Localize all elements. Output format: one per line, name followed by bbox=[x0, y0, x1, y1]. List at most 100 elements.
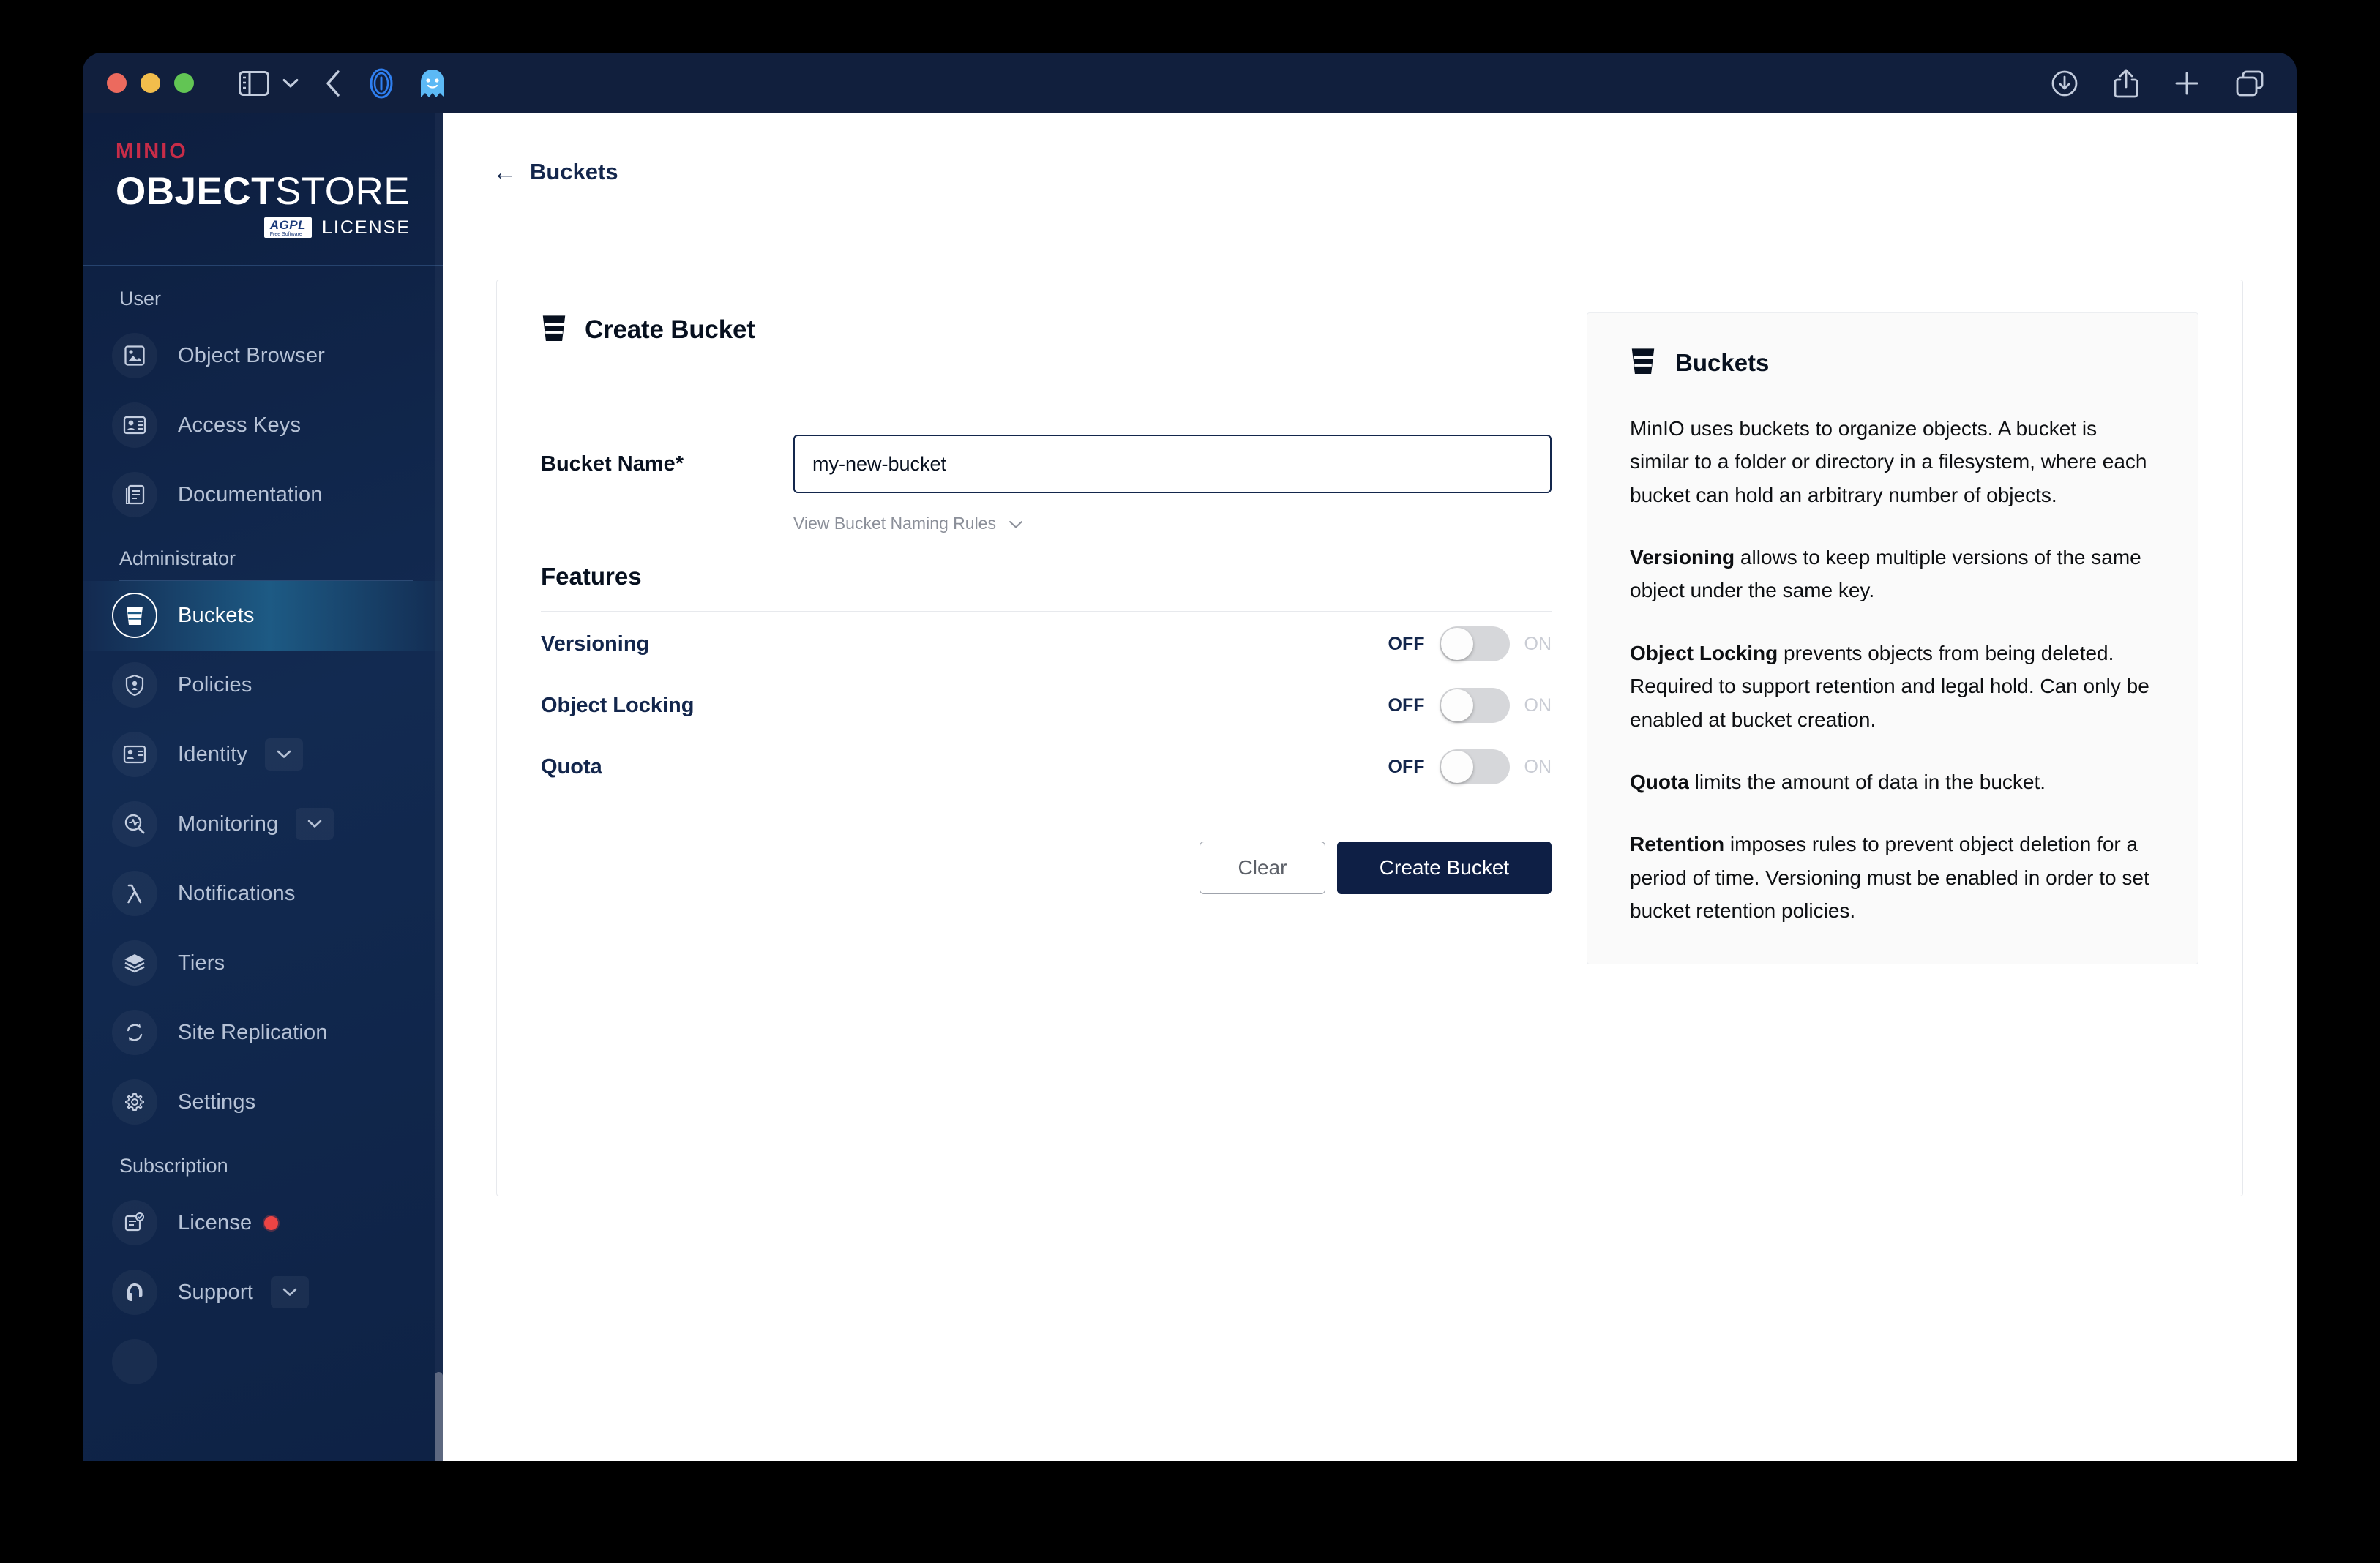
chevron-down-icon[interactable] bbox=[282, 78, 299, 89]
toggle-on-label: ON bbox=[1524, 694, 1552, 716]
ghostery-extension-icon[interactable] bbox=[419, 68, 446, 99]
maximize-button[interactable] bbox=[174, 73, 194, 93]
sidebar-item-notifications[interactable]: Notifications bbox=[83, 859, 443, 929]
toggle-label: Versioning bbox=[541, 631, 650, 656]
sidebar-item-label: Notifications bbox=[178, 881, 296, 905]
help-paragraph-object-locking: Object Locking prevents objects from bei… bbox=[1630, 637, 2161, 736]
replication-sync-icon bbox=[112, 1010, 157, 1056]
back-arrow-icon: ← bbox=[493, 158, 517, 185]
license-certificate-icon bbox=[112, 1200, 157, 1246]
object-browser-icon bbox=[112, 333, 157, 379]
features-heading: Features bbox=[541, 563, 1552, 612]
help-term: Versioning bbox=[1630, 546, 1735, 569]
sidebar-item-access-keys[interactable]: Access Keys bbox=[83, 391, 443, 460]
identity-card-icon bbox=[112, 732, 157, 778]
sidebar-item-label: Support bbox=[178, 1280, 253, 1304]
help-paragraph-text: limits the amount of data in the bucket. bbox=[1688, 770, 2046, 793]
toggle-label: Object Locking bbox=[541, 693, 695, 717]
clear-button[interactable]: Clear bbox=[1200, 842, 1325, 894]
toggle-knob bbox=[1440, 689, 1473, 721]
chevron-down-icon[interactable] bbox=[270, 1276, 309, 1309]
help-panel: Buckets MinIO uses buckets to organize o… bbox=[1587, 312, 2198, 965]
logo-store-light: STORE bbox=[274, 170, 411, 213]
bucket-icon bbox=[112, 593, 157, 639]
chevron-down-icon[interactable] bbox=[296, 808, 334, 841]
create-bucket-button[interactable]: Create Bucket bbox=[1337, 842, 1552, 894]
sidebar-item-settings[interactable]: Settings bbox=[83, 1068, 443, 1137]
sidebar-item-buckets[interactable]: Buckets bbox=[83, 580, 443, 651]
status-badge bbox=[264, 1215, 279, 1230]
bucket-name-input[interactable] bbox=[793, 435, 1552, 493]
sidebar-toggle-icon[interactable] bbox=[239, 70, 269, 96]
downloads-icon[interactable] bbox=[2051, 70, 2078, 97]
help-term: Quota bbox=[1630, 770, 1689, 793]
sidebar-scrollbar-thumb[interactable] bbox=[435, 1372, 443, 1461]
toggle-on-label: ON bbox=[1524, 756, 1552, 777]
sidebar-item-monitoring[interactable]: Monitoring bbox=[83, 790, 443, 859]
sidebar-item-label: Access Keys bbox=[178, 413, 302, 437]
agpl-badge-subtext: Free Software bbox=[269, 231, 302, 237]
sidebar-item-license[interactable]: License bbox=[83, 1188, 443, 1258]
help-paragraph-retention: Retention imposes rules to prevent objec… bbox=[1630, 828, 2161, 927]
sidebar-item-label: License bbox=[178, 1210, 252, 1234]
sidebar-item-site-replication[interactable]: Site Replication bbox=[83, 998, 443, 1068]
logo-object-bold: OBJECT bbox=[116, 170, 275, 213]
new-tab-icon[interactable] bbox=[2174, 70, 2200, 97]
bucket-icon bbox=[1630, 345, 1656, 380]
help-paragraph-text: MinIO uses buckets to organize objects. … bbox=[1630, 417, 2147, 506]
toggle-row-versioning: Versioning OFF ON bbox=[541, 615, 1552, 673]
sidebar-item-documentation[interactable]: Documentation bbox=[83, 460, 443, 530]
toolbar-right-actions bbox=[2051, 53, 2264, 113]
partial-item-icon bbox=[112, 1339, 157, 1385]
naming-rules-label: View Bucket Naming Rules bbox=[793, 514, 996, 533]
object-locking-toggle[interactable] bbox=[1439, 688, 1510, 723]
license-word: LICENSE bbox=[322, 217, 411, 238]
minimize-button[interactable] bbox=[141, 73, 160, 93]
sidebar-item-support[interactable]: Support bbox=[83, 1258, 443, 1327]
sidebar-item-identity[interactable]: Identity bbox=[83, 720, 443, 790]
minio-wordmark: MINIO bbox=[116, 140, 188, 163]
toggle-on-label: ON bbox=[1524, 633, 1552, 654]
sidebar-item-label: Documentation bbox=[178, 482, 323, 506]
layers-icon bbox=[112, 940, 157, 986]
browser-toolbar: console.ns-3.ic.min.dev bbox=[83, 53, 2297, 168]
share-icon[interactable] bbox=[2114, 68, 2138, 99]
help-paragraph-intro: MinIO uses buckets to organize objects. … bbox=[1630, 412, 2161, 511]
sidebar-item-label: Identity bbox=[178, 742, 248, 766]
object-store-wordmark: OBJECTSTORE bbox=[116, 171, 413, 212]
breadcrumb-back-buckets[interactable]: ← Buckets bbox=[493, 159, 618, 185]
sidebar-item-label: Site Replication bbox=[178, 1020, 328, 1044]
documentation-icon bbox=[112, 472, 157, 518]
create-bucket-panel: Create Bucket Bucket Name* View Bucket N… bbox=[496, 280, 2243, 1196]
close-button[interactable] bbox=[107, 73, 127, 93]
view-bucket-naming-rules-toggle[interactable]: View Bucket Naming Rules bbox=[793, 514, 1552, 533]
sidebar-nav-scroll[interactable]: User Object Browser Access Keys Document… bbox=[83, 266, 443, 1461]
chevron-down-icon[interactable] bbox=[265, 738, 304, 771]
agpl-badge: AGPL Free Software bbox=[263, 217, 313, 239]
sidebar-item-partial[interactable] bbox=[83, 1327, 443, 1397]
sidebar-item-policies[interactable]: Policies bbox=[83, 651, 443, 720]
help-term: Object Locking bbox=[1630, 641, 1778, 664]
window-controls bbox=[107, 73, 194, 93]
versioning-toggle[interactable] bbox=[1439, 626, 1510, 661]
tab-overview-icon[interactable] bbox=[2235, 70, 2264, 97]
back-arrow-icon[interactable] bbox=[325, 70, 341, 97]
sidebar-item-label: Monitoring bbox=[178, 812, 279, 836]
license-badge-row: AGPL Free Software LICENSE bbox=[116, 217, 413, 239]
sidebar-item-label: Policies bbox=[178, 672, 252, 697]
minio-logo: MINIO OBJECTSTORE AGPL Free Software LIC… bbox=[83, 113, 443, 266]
sidebar-item-object-browser[interactable]: Object Browser bbox=[83, 321, 443, 391]
toggle-label: Quota bbox=[541, 754, 602, 779]
application-body: MINIO OBJECTSTORE AGPL Free Software LIC… bbox=[83, 113, 2297, 1461]
browser-window: console.ns-3.ic.min.dev bbox=[83, 53, 2297, 1461]
help-paragraph-versioning: Versioning allows to keep multiple versi… bbox=[1630, 541, 2161, 607]
nav-section-administrator-title: Administrator bbox=[119, 547, 236, 569]
sidebar-item-tiers[interactable]: Tiers bbox=[83, 929, 443, 998]
nav-section-user-title: User bbox=[119, 287, 162, 310]
onepassword-extension-icon[interactable] bbox=[366, 68, 397, 99]
access-keys-icon bbox=[112, 402, 157, 449]
quota-toggle[interactable] bbox=[1439, 749, 1510, 784]
support-headset-icon bbox=[112, 1270, 157, 1316]
lambda-icon bbox=[112, 871, 157, 917]
sidebar-scroll-track[interactable] bbox=[435, 113, 443, 1461]
